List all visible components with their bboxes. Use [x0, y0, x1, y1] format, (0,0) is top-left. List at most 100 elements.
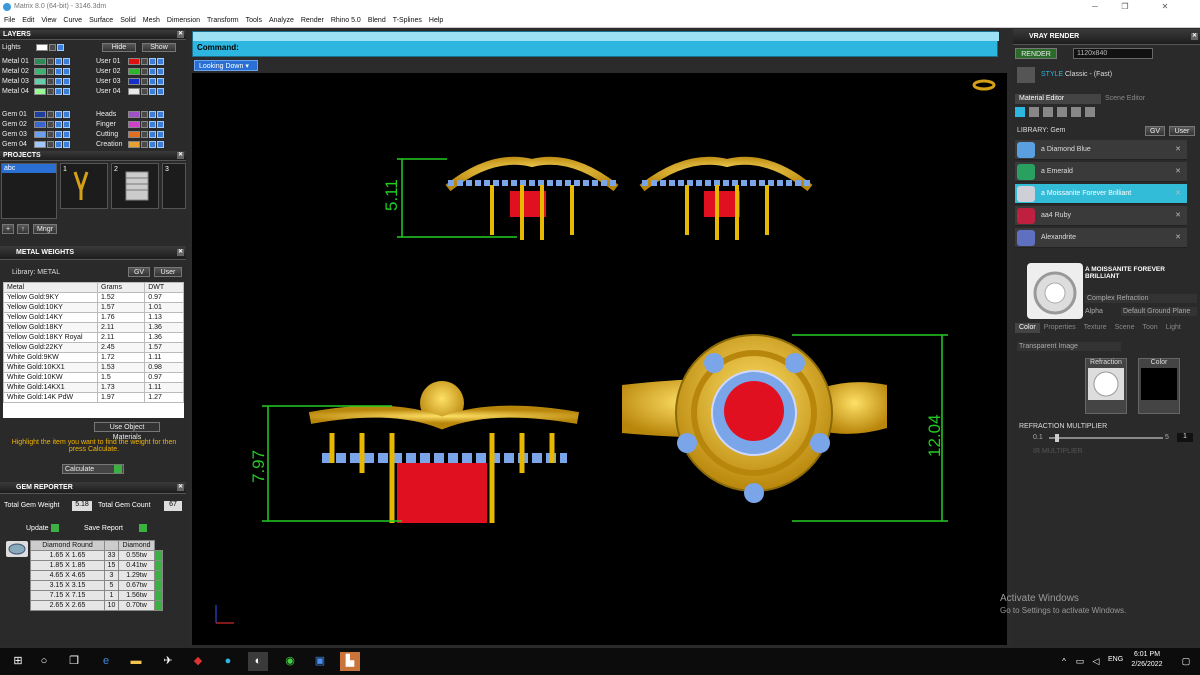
visibility-icon[interactable] — [55, 77, 62, 85]
menu-analyze[interactable]: Analyze — [269, 14, 294, 27]
close-icon[interactable]: ✕ — [177, 152, 184, 159]
go-icon[interactable] — [154, 600, 163, 611]
table-row[interactable]: White Gold:10KW 1.5 0.97 — [3, 372, 184, 383]
material-tool-icon[interactable] — [1043, 107, 1053, 117]
layer-row[interactable]: Metal 04 — [2, 87, 70, 96]
project-thumb-3[interactable]: 3 — [162, 163, 186, 209]
go-icon[interactable] — [154, 550, 163, 561]
menu-blend[interactable]: Blend — [368, 14, 386, 27]
gem-report-table[interactable]: Diamond Round Diamond 1.65 X 1.65 33 0.55t… — [30, 540, 163, 611]
menu-file[interactable]: File — [4, 14, 15, 27]
add-project-button[interactable]: + — [2, 224, 14, 234]
menu-solid[interactable]: Solid — [120, 14, 136, 27]
layer-select-icon[interactable] — [63, 130, 70, 138]
tab-scene-editor[interactable]: Scene Editor — [1101, 94, 1187, 104]
menu-view[interactable]: View — [41, 14, 56, 27]
visibility-icon[interactable] — [149, 140, 156, 148]
manager-button[interactable]: Mngr — [33, 224, 57, 234]
layer-row[interactable]: Metal 03 — [2, 77, 70, 86]
restore-button[interactable]: ❐ — [1110, 0, 1140, 14]
column-gem-size[interactable]: Diamond Round — [30, 540, 105, 551]
volume-icon[interactable]: ◁ — [1086, 652, 1106, 671]
menu-tsplines[interactable]: T-Splines — [393, 14, 422, 27]
app-icon[interactable]: ◐ — [248, 652, 268, 671]
project-thumb-1[interactable]: 1 — [60, 163, 108, 209]
layer-row[interactable]: Metal 02 — [2, 67, 70, 76]
move-up-button[interactable]: ↑ — [17, 224, 29, 234]
lock-icon[interactable] — [47, 140, 54, 148]
visibility-icon[interactable] — [149, 77, 156, 85]
layer-color-swatch[interactable] — [34, 130, 46, 138]
visibility-icon[interactable] — [149, 57, 156, 65]
update-button[interactable]: Update — [26, 524, 59, 532]
menu-curve[interactable]: Curve — [63, 14, 82, 27]
table-row[interactable]: 1.65 X 1.65 33 0.55tw — [30, 550, 163, 561]
go-icon[interactable] — [154, 580, 163, 591]
go-icon[interactable] — [154, 590, 163, 601]
3d-viewport[interactable]: 5.11 7.97 12.04 — [192, 73, 1007, 645]
tab-material-editor[interactable]: Material Editor — [1015, 94, 1101, 104]
render-button[interactable]: RENDER — [1015, 48, 1057, 59]
layer-color-swatch[interactable] — [34, 120, 46, 128]
project-list[interactable]: abc — [1, 163, 57, 219]
tab-color[interactable]: Color — [1015, 323, 1040, 333]
layer-color-swatch[interactable] — [128, 87, 140, 95]
layer-color-swatch[interactable] — [128, 67, 140, 75]
layer-color-swatch[interactable] — [128, 140, 140, 148]
style-value[interactable]: Classic - (Fast) — [1065, 71, 1112, 78]
table-row[interactable]: Yellow Gold:9KY 1.52 0.97 — [3, 292, 184, 303]
ring-preview-icon[interactable] — [972, 79, 996, 91]
table-row[interactable]: 3.15 X 3.15 5 0.67tw — [30, 580, 163, 591]
visibility-icon[interactable] — [55, 57, 62, 65]
language-indicator[interactable]: ENG — [1108, 656, 1123, 663]
close-icon[interactable]: ✕ — [1191, 33, 1198, 40]
lock-icon[interactable] — [141, 77, 148, 85]
clock[interactable]: 6:01 PM 2/26/2022 — [1124, 651, 1170, 668]
visibility-icon[interactable] — [55, 110, 62, 118]
layer-row[interactable]: Gem 01 — [2, 110, 70, 119]
transparent-image-dropdown[interactable]: Transparent Image — [1017, 342, 1121, 351]
layer-row[interactable]: User 04 — [96, 87, 164, 96]
table-row[interactable]: Yellow Gold:10KY 1.57 1.01 — [3, 302, 184, 313]
go-icon[interactable] — [154, 560, 163, 571]
layer-row[interactable]: Heads — [96, 110, 164, 119]
column-grams[interactable]: Grams — [96, 282, 146, 293]
material-tool-icon[interactable] — [1085, 107, 1095, 117]
tab-texture[interactable]: Texture — [1080, 323, 1111, 333]
table-row[interactable]: Yellow Gold:18KY Royal 2.11 1.36 — [3, 332, 184, 343]
table-row[interactable]: Yellow Gold:18KY 2.11 1.36 — [3, 322, 184, 333]
tab-toon[interactable]: Toon — [1138, 323, 1161, 333]
layer-select-icon[interactable] — [63, 77, 70, 85]
user-toggle[interactable]: User — [154, 267, 182, 277]
save-report-button[interactable]: Save Report — [84, 524, 147, 532]
lock-icon[interactable] — [47, 130, 54, 138]
layer-row[interactable]: Gem 02 — [2, 120, 70, 129]
layer-color-swatch[interactable] — [128, 120, 140, 128]
visibility-icon[interactable] — [149, 87, 156, 95]
remove-icon[interactable]: ✕ — [1175, 184, 1181, 204]
layer-select-icon[interactable] — [63, 67, 70, 75]
layer-color-swatch[interactable] — [34, 140, 46, 148]
menu-surface[interactable]: Surface — [89, 14, 113, 27]
view-dropdown[interactable]: Looking Down ▾ — [194, 60, 258, 71]
layer-select-icon[interactable] — [157, 67, 164, 75]
refraction-slot[interactable]: Refraction — [1085, 358, 1127, 414]
user-toggle[interactable]: User — [1169, 126, 1195, 136]
column-dwt[interactable]: DWT — [144, 282, 184, 293]
material-list-item[interactable]: aa4 Ruby ✕ — [1015, 206, 1187, 226]
visibility-icon[interactable] — [149, 67, 156, 75]
lock-icon[interactable] — [141, 67, 148, 75]
layer-color-swatch[interactable] — [34, 77, 46, 85]
windows-start-icon[interactable]: ⊞ — [8, 652, 28, 671]
lock-icon[interactable] — [141, 130, 148, 138]
table-row[interactable]: White Gold:14KX1 1.73 1.11 — [3, 382, 184, 393]
layer-row[interactable]: Cutting — [96, 130, 164, 139]
layer-color-swatch[interactable] — [128, 110, 140, 118]
menu-rhino[interactable]: Rhino 5.0 — [331, 14, 361, 27]
close-icon[interactable]: ✕ — [177, 484, 184, 491]
layer-row[interactable]: User 03 — [96, 77, 164, 86]
ground-plane-dropdown[interactable]: Default Ground Plane — [1121, 307, 1197, 316]
material-tool-icon[interactable] — [1015, 107, 1025, 117]
layer-select-icon[interactable] — [157, 57, 164, 65]
color-slot[interactable]: Color — [1138, 358, 1180, 414]
